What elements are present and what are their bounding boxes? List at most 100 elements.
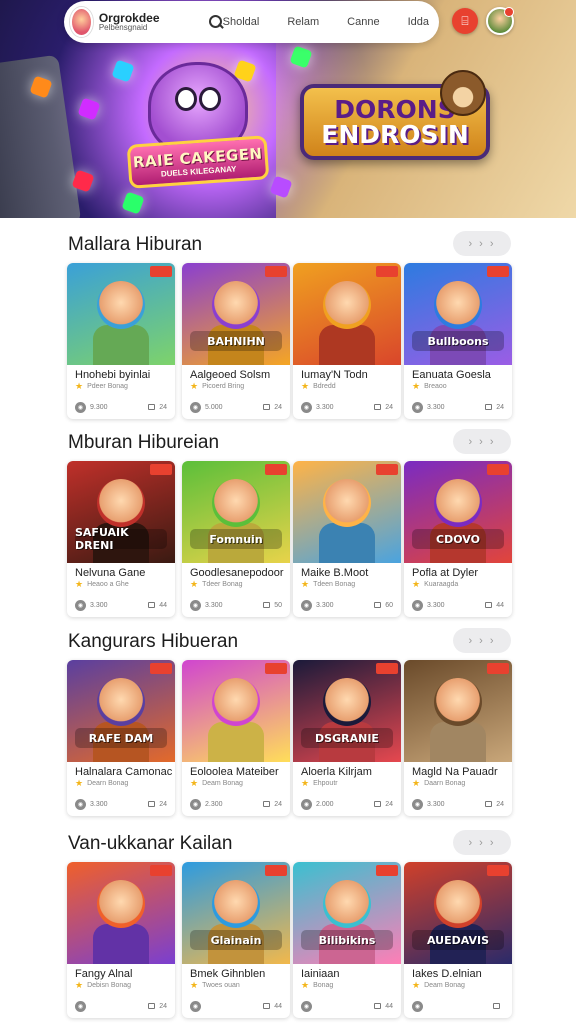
star-icon: ★ — [190, 381, 199, 391]
game-card[interactable]: BAHNIHN Aalgeoed Solsm ★ Picoerd Bring ◉ 5.00… — [182, 263, 290, 419]
see-more-button[interactable]: › › › — [453, 429, 511, 454]
game-thumbnail[interactable]: BAHNIHN — [182, 263, 290, 365]
game-card[interactable]: Fangy Alnal ★ Debisn Bonag ◉ 24 — [67, 862, 175, 1018]
see-more-button[interactable]: › › › — [453, 231, 511, 256]
player-count-value: 2.300 — [205, 800, 223, 808]
game-card[interactable]: CDOVO Pofla at Dyler ★ Kuaraagda ◉ 3.300 44 — [404, 461, 512, 617]
game-title: Iumay'N Todn — [301, 369, 368, 381]
game-card[interactable]: Maike B.Moot ★ Tdeen Bonag ◉ 3.300 60 — [293, 461, 401, 617]
chat-icon — [374, 801, 382, 807]
thumbnail-caption: RAFE DAM — [75, 728, 167, 748]
game-thumbnail[interactable] — [67, 263, 175, 365]
game-section: Van-ukkanar Kailan › › › Fangy Alnal ★ Debis… — [0, 817, 576, 1020]
star-icon: ★ — [301, 980, 310, 990]
card-meta-right: 60 — [374, 602, 393, 609]
notification-glyph: ⌸ — [461, 13, 469, 28]
game-subtitle-row: ★ Debisn Bonag — [75, 981, 175, 990]
nav-link-1[interactable]: Sholdal — [223, 16, 260, 28]
game-thumbnail[interactable]: SAFUAIK DRENI — [67, 461, 175, 563]
players-icon: ◉ — [412, 798, 423, 810]
game-card[interactable]: Iumay'N Todn ★ Bdredd ◉ 3.300 24 — [293, 263, 401, 419]
new-badge — [487, 865, 509, 876]
see-more-button[interactable]: › › › — [453, 628, 511, 653]
new-badge — [265, 464, 287, 475]
character-head — [323, 479, 371, 527]
game-card[interactable]: SAFUAIK DRENI Nelvuna Gane ★ Heaoo a Ghe ◉ 3.… — [67, 461, 175, 617]
character-head — [97, 281, 145, 329]
player-count: ◉ 9.300 — [75, 401, 108, 413]
player-count: ◉ 2.300 — [190, 798, 223, 810]
character-head — [434, 479, 482, 527]
game-thumbnail[interactable]: RAFE DAM — [67, 660, 175, 762]
game-thumbnail[interactable] — [293, 461, 401, 563]
game-thumbnail[interactable] — [182, 660, 290, 762]
card-meta: ◉ — [412, 1000, 504, 1012]
game-thumbnail[interactable] — [293, 263, 401, 365]
card-row: Fangy Alnal ★ Debisn Bonag ◉ 24 Glainain Bmek … — [67, 862, 512, 1020]
card-meta: ◉ 9.300 24 — [75, 401, 167, 413]
game-subtitle: Bdredd — [313, 383, 336, 390]
game-card[interactable]: AUEDAVIS Iakes D.elnian ★ Deam Bonag ◉ — [404, 862, 512, 1018]
game-subtitle: Bonag — [313, 982, 334, 989]
game-card[interactable]: Glainain Bmek Gihnblen ★ Twoes ouan ◉ 44 — [182, 862, 290, 1018]
game-card[interactable]: RAFE DAM Halnalara Camonac ★ Dearn Bonag ◉ 3.… — [67, 660, 175, 816]
chat-icon — [493, 1003, 500, 1009]
game-title: Aalgeoed Solsm — [190, 369, 271, 381]
new-badge — [150, 266, 172, 277]
game-card[interactable]: Bullboons Eanuata Goesla ★ Breaoo ◉ 3.300 24 — [404, 263, 512, 419]
game-card[interactable]: Hnohebi byinlai ★ Pdeer Bonag ◉ 9.300 24 — [67, 263, 175, 419]
search-icon[interactable] — [208, 15, 222, 29]
new-badge — [376, 266, 398, 277]
game-subtitle-row: ★ Deam Bonag — [412, 981, 512, 990]
see-more-button[interactable]: › › › — [453, 830, 511, 855]
game-card[interactable]: Eoloolea Mateiber ★ Deam Bonag ◉ 2.300 24 — [182, 660, 290, 816]
character-body — [430, 722, 486, 762]
players-icon: ◉ — [75, 1000, 86, 1012]
brand-logo[interactable] — [70, 7, 93, 37]
game-thumbnail[interactable]: CDOVO — [404, 461, 512, 563]
nav-link-3[interactable]: Canne — [347, 16, 379, 28]
game-thumbnail[interactable]: Glainain — [182, 862, 290, 964]
players-icon: ◉ — [75, 599, 86, 611]
character-head — [434, 678, 482, 726]
chat-icon — [263, 602, 271, 608]
nav-link-4[interactable]: Idda — [408, 16, 429, 28]
thumbnail-caption: Bilibikins — [301, 930, 393, 950]
character-body — [208, 722, 264, 762]
nav-link-2[interactable]: Relam — [287, 16, 319, 28]
game-thumbnail[interactable]: Fomnuin — [182, 461, 290, 563]
game-thumbnail[interactable]: Bullboons — [404, 263, 512, 365]
character-body — [93, 325, 149, 365]
star-icon: ★ — [190, 579, 199, 589]
game-subtitle-row: ★ Kuaraagda — [412, 580, 512, 589]
game-card[interactable]: DSGRANIE Aloerla Kilrjam ★ Ehpoutr ◉ 2.000 24 — [293, 660, 401, 816]
chat-icon — [148, 404, 156, 410]
player-count-value: 3.300 — [427, 403, 445, 411]
game-card[interactable]: Fomnuin Goodlesanepodoor ★ Tdeer Bonag ◉ 3.30… — [182, 461, 290, 617]
game-thumbnail[interactable] — [404, 660, 512, 762]
game-card[interactable]: Bilibikins Iainiaan ★ Bonag ◉ 44 — [293, 862, 401, 1018]
player-count: ◉ 2.000 — [301, 798, 334, 810]
character-head — [212, 479, 260, 527]
player-count: ◉ — [75, 1000, 90, 1012]
game-section: Kangurars Hibueran › › › RAFE DAM Halnalara… — [0, 615, 576, 816]
game-thumbnail[interactable]: AUEDAVIS — [404, 862, 512, 964]
game-subtitle: Daarn Bonag — [424, 780, 466, 787]
game-thumbnail[interactable]: Bilibikins — [293, 862, 401, 964]
hero-game-logo-left[interactable]: RAIE CAKEGEN DUELS KILEGANAY — [126, 135, 270, 189]
game-thumbnail[interactable] — [67, 862, 175, 964]
players-icon: ◉ — [190, 1000, 201, 1012]
player-count: ◉ 3.300 — [301, 599, 334, 611]
game-subtitle: Deam Bonag — [202, 780, 243, 787]
game-card[interactable]: Magld Na Pauadr ★ Daarn Bonag ◉ 3.300 24 — [404, 660, 512, 816]
game-thumbnail[interactable]: DSGRANIE — [293, 660, 401, 762]
card-meta: ◉ 44 — [190, 1000, 282, 1012]
card-meta: ◉ 24 — [75, 1000, 167, 1012]
user-avatar[interactable] — [486, 7, 514, 35]
notification-icon[interactable]: ⌸ — [452, 8, 478, 34]
game-title: Iakes D.elnian — [412, 968, 482, 980]
player-count-value: 3.300 — [90, 800, 108, 808]
star-icon: ★ — [75, 980, 84, 990]
brand[interactable]: Orgrokdee Pelbensgnaid — [99, 11, 179, 33]
star-icon: ★ — [75, 579, 84, 589]
